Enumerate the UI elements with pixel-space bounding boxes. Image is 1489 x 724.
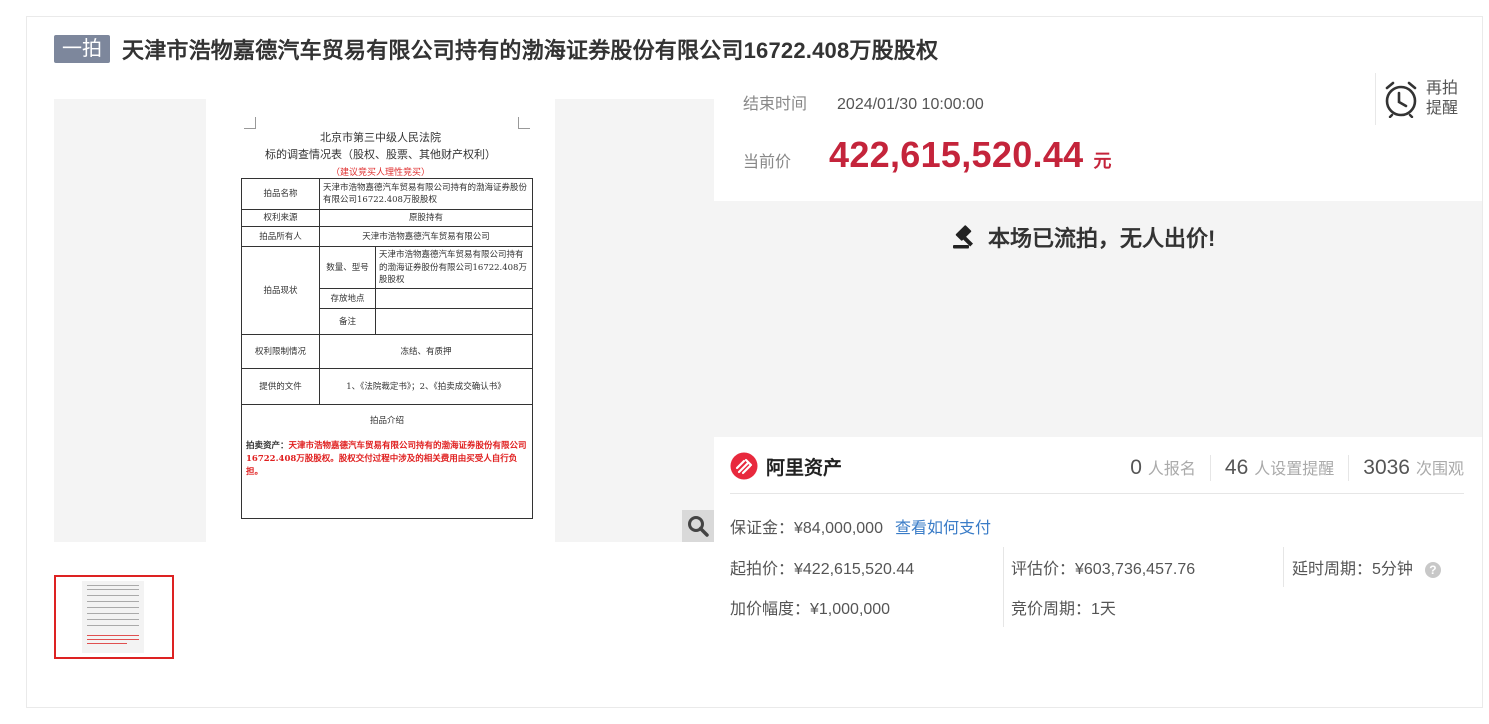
reminder-label: 人设置提醒 bbox=[1254, 461, 1335, 478]
doc-cell: 冻结、有质押 bbox=[319, 334, 533, 370]
table-row: 拍品名称 天津市浩物嘉德汽车贸易有限公司持有的渤海证券股份有限公司16722.4… bbox=[241, 178, 533, 210]
platform-name: 阿里资产 bbox=[766, 457, 843, 479]
doc-court: 北京市第三中级人民法院 bbox=[320, 131, 441, 144]
doc-intro-title: 拍品介绍 bbox=[369, 416, 404, 427]
doc-cell: 拍品名称 bbox=[241, 178, 320, 210]
thumbnail-1[interactable] bbox=[54, 575, 174, 659]
help-icon[interactable]: ? bbox=[1424, 561, 1441, 578]
delay-period: 延时周期：5分钟 bbox=[1292, 561, 1413, 578]
remind-label: 再拍 提醒 bbox=[1426, 79, 1458, 119]
doc-intro-body: 拍卖资产：天津市浩物嘉德汽车贸易有限公司持有的渤海证券股份有限公司16722.4… bbox=[246, 440, 528, 480]
end-time-value: 2024/01/30 10:00:00 bbox=[837, 96, 984, 113]
doc-cell: 数量、型号 bbox=[319, 246, 376, 290]
signup-number: 0 bbox=[1130, 456, 1142, 479]
platform-row: 阿里资产 0 人报名 46 人设置提醒 3036 次围观 bbox=[730, 452, 1464, 494]
divider bbox=[1003, 547, 1004, 627]
ali-assets-logo[interactable]: 阿里资产 bbox=[730, 452, 842, 480]
stats-bar: 0 人报名 46 人设置提醒 3036 次围观 bbox=[1116, 455, 1464, 481]
view-count: 3036 次围观 bbox=[1348, 455, 1464, 481]
crop-mark bbox=[244, 117, 256, 129]
how-to-pay-link[interactable]: 查看如何支付 bbox=[895, 520, 991, 537]
deposit-value: 保证金：¥84,000,000 bbox=[730, 520, 883, 537]
zoom-button[interactable] bbox=[682, 510, 714, 542]
doc-cell: 权利来源 bbox=[241, 208, 320, 228]
doc-cell: 1、《法院裁定书》；2、《拍卖成交确认书》 bbox=[319, 368, 533, 406]
start-price: 起拍价：¥422,615,520.44 bbox=[730, 561, 915, 578]
doc-cell: 存放地点 bbox=[319, 288, 376, 310]
main-image[interactable]: 北京市第三中级人民法院 标的调查情况表（股权、股票、其他财产权利） （建议竞买人… bbox=[54, 99, 714, 542]
doc-cell: 天津市浩物嘉德汽车贸易有限公司持有的渤海证券股份有限公司16722.408万股股… bbox=[375, 246, 533, 290]
appraisal-price: 评估价：¥603,736,457.76 bbox=[1011, 561, 1196, 578]
doc-cell: 原股持有 bbox=[319, 208, 533, 228]
current-price-label: 当前价 bbox=[743, 154, 792, 171]
remind-label-line1: 再拍 bbox=[1426, 80, 1459, 97]
reminder-number: 46 bbox=[1224, 456, 1249, 479]
table-row: 提供的文件 1、《法院裁定书》；2、《拍卖成交确认书》 bbox=[241, 368, 533, 406]
doc-cell: 拍品现状 bbox=[241, 246, 320, 336]
title-row: 一拍 天津市浩物嘉德汽车贸易有限公司持有的渤海证券股份有限公司16722.408… bbox=[54, 34, 938, 64]
table-row: 拍品介绍 拍卖资产：天津市浩物嘉德汽车贸易有限公司持有的渤海证券股份有限公司16… bbox=[241, 404, 533, 520]
page-title: 天津市浩物嘉德汽车贸易有限公司持有的渤海证券股份有限公司16722.408万股股… bbox=[122, 38, 939, 63]
table-row: 权利来源 原股持有 bbox=[241, 208, 533, 228]
current-price-row: 当前价 422,615,520.44 元 bbox=[743, 134, 1111, 176]
magnifier-icon bbox=[688, 516, 709, 537]
remind-label-line2: 提醒 bbox=[1426, 100, 1459, 117]
doc-cell: 提供的文件 bbox=[241, 368, 320, 406]
doc-notice: （建议竞买人理性竞买） bbox=[330, 168, 430, 178]
relist-remind-button[interactable]: 再拍 提醒 bbox=[1375, 73, 1458, 125]
auction-round-tag: 一拍 bbox=[54, 35, 110, 63]
doc-intro-text: 天津市浩物嘉德汽车贸易有限公司持有的渤海证券股份有限公司16722.408万股股… bbox=[246, 440, 527, 477]
price-unit: 元 bbox=[1093, 151, 1112, 171]
delay-period-row: 延时周期：5分钟? bbox=[1292, 555, 1441, 579]
gavel-icon bbox=[953, 225, 974, 249]
doc-cell: 天津市浩物嘉德汽车贸易有限公司持有的渤海证券股份有限公司16722.408万股股… bbox=[319, 178, 533, 210]
doc-form-title: 标的调查情况表（股权、股票、其他财产权利） bbox=[265, 148, 496, 161]
table-row: 权利限制情况 冻结、有质押 bbox=[241, 334, 533, 370]
doc-intro-lead: 拍卖资产： bbox=[246, 440, 289, 451]
table-row: 拍品所有人 天津市浩物嘉德汽车贸易有限公司 bbox=[241, 226, 533, 248]
view-label: 次围观 bbox=[1415, 461, 1464, 478]
auction-status-text: 本场已流拍，无人出价! bbox=[988, 226, 1216, 251]
table-row: 拍品现状 数量、型号 天津市浩物嘉德汽车贸易有限公司持有的渤海证券股份有限公司1… bbox=[241, 246, 533, 336]
divider bbox=[1283, 547, 1284, 587]
thumbnail-preview bbox=[82, 581, 144, 653]
signup-count: 0 人报名 bbox=[1116, 455, 1210, 481]
doc-cell: 拍品所有人 bbox=[241, 226, 320, 248]
crop-mark bbox=[518, 117, 530, 129]
doc-cell bbox=[375, 308, 533, 336]
bid-increment: 加价幅度：¥1,000,000 bbox=[730, 601, 891, 618]
auction-status: 本场已流拍，无人出价! bbox=[952, 221, 1215, 253]
end-time-row: 结束时间 2024/01/30 10:00:00 bbox=[743, 90, 984, 114]
document-preview: 北京市第三中级人民法院 标的调查情况表（股权、股票、其他财产权利） （建议竞买人… bbox=[206, 99, 555, 542]
doc-intro-cell: 拍品介绍 拍卖资产：天津市浩物嘉德汽车贸易有限公司持有的渤海证券股份有限公司16… bbox=[241, 404, 533, 520]
bid-period: 竞价周期：1天 bbox=[1011, 601, 1116, 618]
doc-cell bbox=[375, 288, 533, 310]
auction-status-panel: 本场已流拍，无人出价! bbox=[714, 201, 1482, 437]
signup-label: 人报名 bbox=[1147, 461, 1196, 478]
view-number: 3036 bbox=[1363, 456, 1410, 479]
reminder-count: 46 人设置提醒 bbox=[1209, 455, 1348, 481]
doc-cell: 天津市浩物嘉德汽车贸易有限公司 bbox=[319, 226, 533, 248]
end-time-label: 结束时间 bbox=[743, 96, 808, 113]
current-price-value: 422,615,520.44 bbox=[829, 134, 1084, 175]
deposit-row: 保证金：¥84,000,000 查看如何支付 bbox=[730, 514, 991, 538]
ali-assets-logo-icon bbox=[730, 452, 758, 480]
alarm-clock-icon bbox=[1385, 81, 1417, 118]
doc-cell: 备注 bbox=[319, 308, 376, 336]
doc-table: 拍品名称 天津市浩物嘉德汽车贸易有限公司持有的渤海证券股份有限公司16722.4… bbox=[241, 178, 533, 520]
doc-cell: 权利限制情况 bbox=[241, 334, 320, 370]
